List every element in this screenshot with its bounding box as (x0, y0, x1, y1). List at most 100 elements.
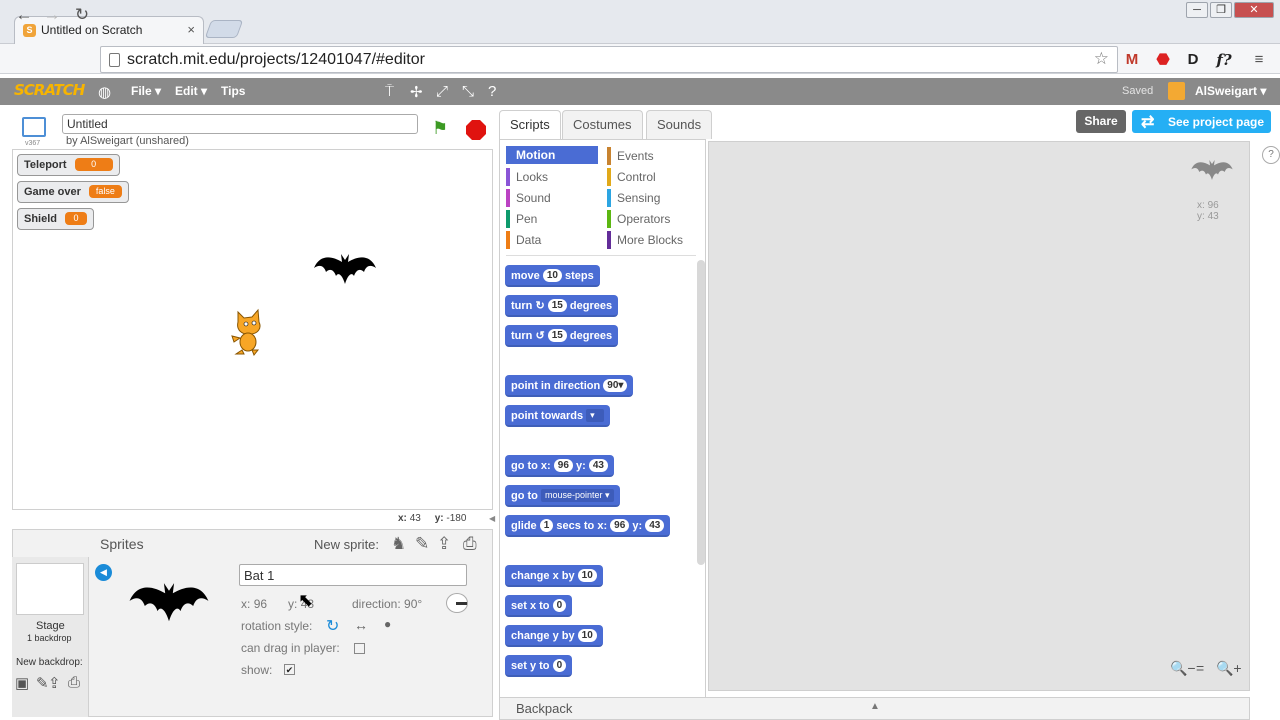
block-turn-right[interactable]: turn ↻ 15 degrees (505, 295, 619, 317)
block-move-steps[interactable]: move 10 steps (505, 265, 600, 287)
left-right-icon[interactable]: ↔ (354, 617, 368, 633)
block-dropdown[interactable]: mouse-pointer ▾ (540, 489, 614, 502)
paint-backdrop-icon[interactable]: ✎ (36, 674, 49, 692)
block-go-to-xy[interactable]: go to x: 96 y: 43 (505, 455, 614, 477)
block-set-x[interactable]: set x to 0 (505, 595, 573, 617)
backdrop-library-icon[interactable]: ▣ (15, 674, 29, 692)
grow-tool-icon[interactable]: ⤢ (436, 83, 448, 100)
category-more-blocks[interactable]: More Blocks (607, 231, 697, 249)
show-checkbox[interactable]: ✔ (284, 664, 295, 675)
user-avatar[interactable] (1168, 82, 1185, 100)
chrome-menu-icon[interactable]: ≡ (1248, 49, 1270, 71)
block-input[interactable]: 15 (547, 299, 567, 312)
edit-menu[interactable]: Edit ▾ (175, 84, 207, 98)
block-input[interactable]: 43 (588, 459, 608, 472)
sprite-library-icon[interactable]: ♞ (391, 534, 406, 554)
bat-sprite[interactable] (312, 250, 378, 294)
bat-sprite-thumbnail[interactable] (126, 578, 212, 634)
cat-sprite[interactable] (226, 308, 268, 356)
close-window-button[interactable]: ✕ (1234, 2, 1274, 18)
back-info-icon[interactable]: ◀ (95, 564, 112, 581)
stage-thumbnail[interactable] (16, 563, 84, 615)
category-sensing[interactable]: Sensing (607, 189, 697, 207)
category-data[interactable]: Data (506, 231, 598, 249)
tab-close-icon[interactable]: × (187, 22, 195, 37)
green-flag-icon[interactable]: ⚑ (432, 118, 448, 139)
reload-icon[interactable]: ↻ (72, 6, 92, 24)
shrink-tool-icon[interactable]: ⤡ (462, 83, 474, 100)
zoom-out-icon[interactable]: 🔍− (1170, 660, 1196, 677)
category-pen[interactable]: Pen (506, 210, 598, 228)
formula-extension-icon[interactable]: f? (1213, 49, 1235, 71)
category-motion[interactable]: Motion (506, 146, 598, 164)
drag-checkbox[interactable] (354, 643, 365, 654)
adblock-extension-icon[interactable]: ⬣ (1152, 49, 1174, 71)
collapse-stage-icon[interactable]: ◀ (489, 514, 495, 523)
scratch-logo[interactable]: SCRATCH (14, 81, 85, 101)
bookmark-star-icon[interactable]: ☆ (1094, 49, 1109, 69)
block-input[interactable]: 15 (547, 329, 567, 342)
category-control[interactable]: Control (607, 168, 697, 186)
category-sound[interactable]: Sound (506, 189, 598, 207)
upload-sprite-icon[interactable]: ⇪ (437, 534, 451, 554)
forward-arrow-icon[interactable]: → (42, 6, 62, 24)
help-tab-icon[interactable]: ? (1262, 146, 1280, 164)
zoom-in-icon[interactable]: 🔍+ (1216, 660, 1242, 677)
sprite-name-input[interactable] (239, 564, 467, 586)
block-input[interactable]: 96 (553, 459, 573, 472)
block-dropdown[interactable]: ▾ (586, 409, 605, 422)
block-change-y[interactable]: change y by 10 (505, 625, 603, 647)
help-tool-icon[interactable]: ? (488, 83, 496, 100)
fullscreen-icon[interactable] (22, 117, 46, 137)
upload-backdrop-icon[interactable]: ⇪ (48, 674, 61, 692)
maximize-button[interactable]: ❐ (1210, 2, 1232, 18)
block-set-y[interactable]: set y to 0 (505, 655, 573, 677)
share-button[interactable]: Share (1076, 110, 1126, 133)
file-menu[interactable]: File ▾ (131, 84, 161, 98)
user-menu[interactable]: AlSweigart ▾ (1195, 84, 1266, 98)
new-tab-button[interactable] (204, 20, 244, 38)
block-turn-left[interactable]: turn ↺ 15 degrees (505, 325, 619, 347)
stop-sign-icon[interactable] (466, 120, 486, 140)
block-input[interactable]: 0 (552, 659, 567, 672)
delete-tool-icon[interactable]: ✢ (410, 83, 423, 101)
block-input[interactable]: 90▾ (603, 379, 628, 392)
category-events[interactable]: Events (607, 147, 697, 165)
block-input[interactable]: 43 (645, 519, 665, 532)
camera-sprite-icon[interactable]: ⎙ (463, 534, 477, 554)
zoom-reset-icon[interactable]: = (1196, 660, 1204, 676)
palette-scrollbar[interactable] (697, 260, 705, 565)
block-go-to[interactable]: go to mouse-pointer ▾ (505, 485, 620, 507)
gmail-extension-icon[interactable]: M (1121, 49, 1143, 71)
globe-icon[interactable]: ◍ (98, 83, 111, 101)
back-arrow-icon[interactable]: ← (14, 6, 34, 24)
block-input[interactable]: 10 (542, 269, 562, 282)
rotate-all-around-icon[interactable]: ↻ (326, 616, 339, 636)
camera-backdrop-icon[interactable]: ⎙ (68, 674, 80, 691)
block-input[interactable]: 96 (610, 519, 630, 532)
duplicate-tool-icon[interactable]: ⍑ (385, 83, 394, 100)
tab-costumes[interactable]: Costumes (562, 110, 643, 139)
backpack-expand-icon[interactable]: ▲ (870, 701, 880, 712)
address-bar[interactable]: scratch.mit.edu/projects/12401047/#edito… (100, 46, 1118, 73)
category-looks[interactable]: Looks (506, 168, 598, 186)
block-point-in-direction[interactable]: point in direction 90▾ (505, 375, 634, 397)
category-operators[interactable]: Operators (607, 210, 697, 228)
direction-dial[interactable] (446, 593, 468, 613)
minimize-button[interactable]: ─ (1186, 2, 1208, 18)
block-input[interactable]: 10 (577, 629, 597, 642)
project-title-input[interactable] (62, 114, 418, 134)
block-glide[interactable]: glide 1 secs to x: 96 y: 43 (505, 515, 671, 537)
block-input[interactable]: 0 (552, 599, 567, 612)
tab-scripts[interactable]: Scripts (499, 110, 561, 139)
block-point-towards[interactable]: point towards ▾ (505, 405, 611, 427)
dont-rotate-icon[interactable]: ● (384, 617, 391, 631)
block-input[interactable]: 1 (539, 519, 554, 532)
paint-sprite-icon[interactable]: ✎ (415, 534, 429, 554)
d-extension-icon[interactable]: D (1182, 49, 1204, 71)
script-area[interactable] (708, 141, 1250, 691)
tips-menu[interactable]: Tips (221, 84, 245, 98)
block-change-x[interactable]: change x by 10 (505, 565, 603, 587)
block-input[interactable]: 10 (577, 569, 597, 582)
see-project-page-button[interactable]: ⇄ See project page (1132, 110, 1271, 133)
